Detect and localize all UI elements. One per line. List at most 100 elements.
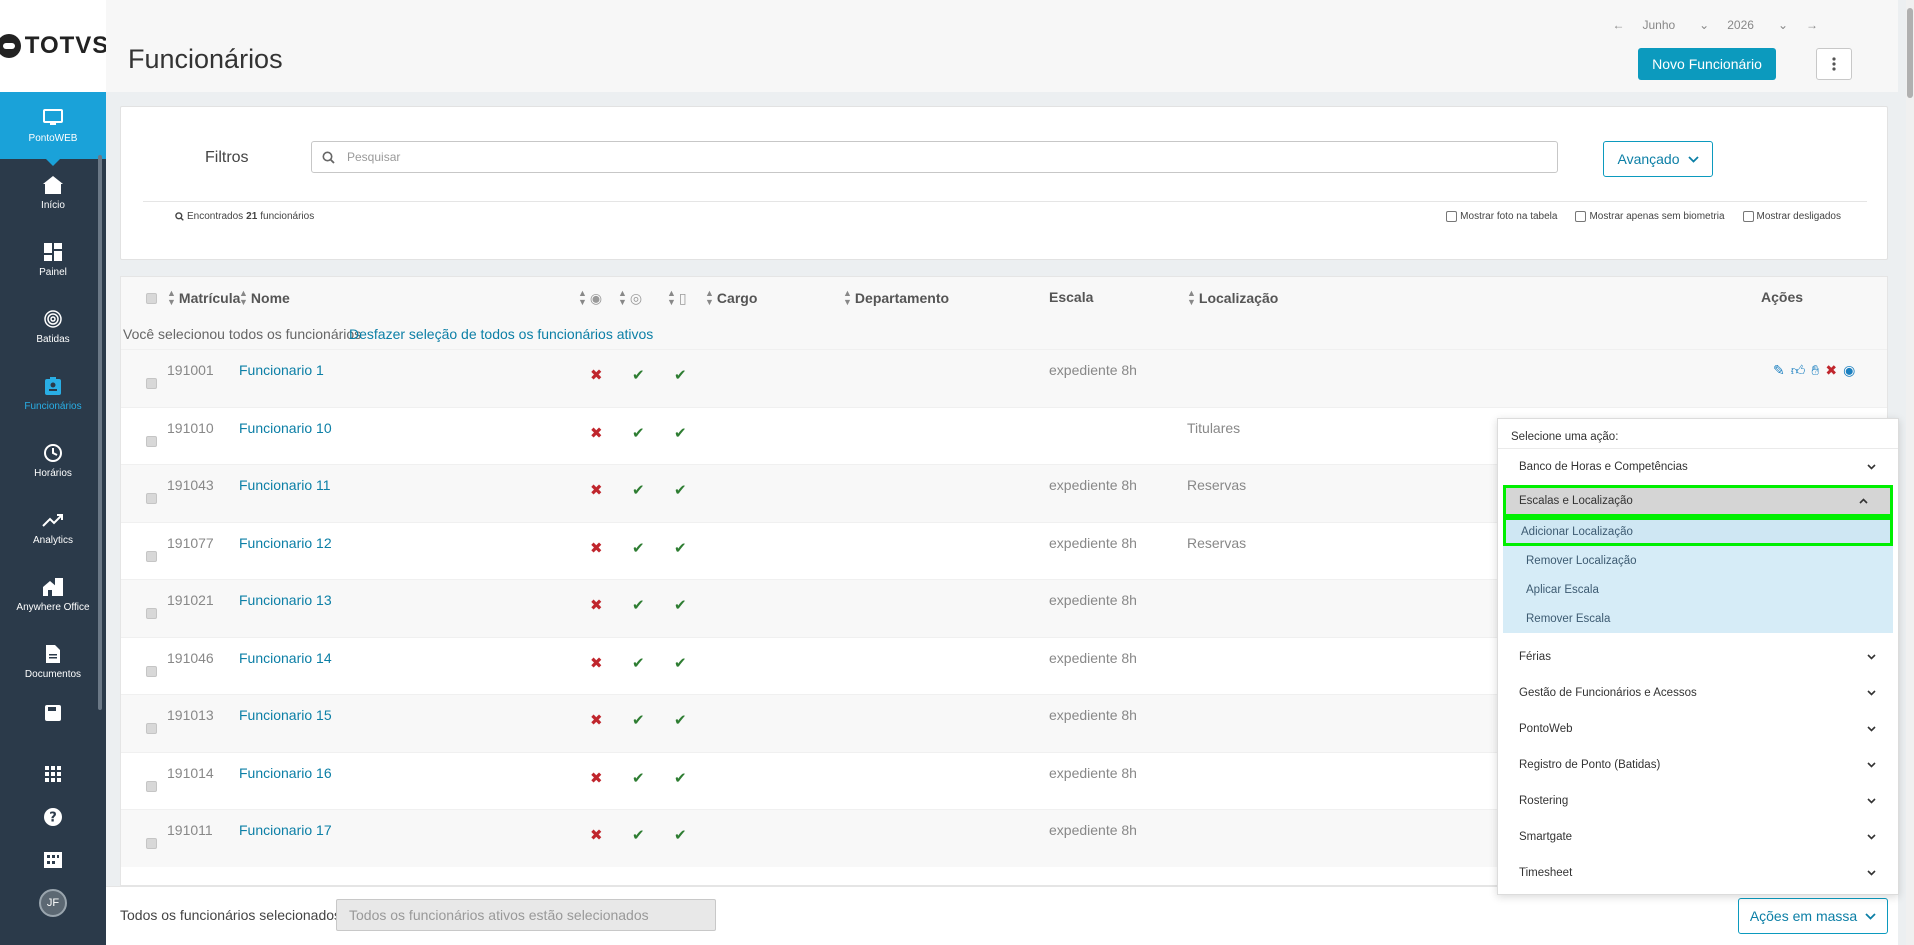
employee-name-link[interactable]: Funcionario 15 bbox=[239, 707, 332, 723]
column-biometry[interactable]: ▲ ▼ ◉ bbox=[578, 289, 602, 307]
action-group[interactable]: Rostering bbox=[1498, 783, 1898, 819]
sidebar-item-documentos[interactable]: Documentos bbox=[0, 628, 106, 695]
view-icon[interactable]: ◉ bbox=[1843, 362, 1855, 379]
action-group[interactable]: Timesheet bbox=[1498, 855, 1898, 891]
column-localizacao[interactable]: ▲ ▼ Localização bbox=[1187, 289, 1278, 307]
arrow-right-icon[interactable]: → bbox=[1806, 18, 1818, 32]
edit-icon[interactable]: ✎ bbox=[1773, 362, 1785, 379]
sidebar-item-batidas[interactable]: Batidas bbox=[0, 293, 106, 360]
action-group-label: Timesheet bbox=[1519, 867, 1573, 879]
chevron-down-icon bbox=[1867, 867, 1876, 879]
mass-actions-button[interactable]: Ações em massa bbox=[1738, 898, 1888, 934]
search-input[interactable]: Pesquisar bbox=[311, 141, 1558, 173]
new-employee-button[interactable]: Novo Funcionário bbox=[1638, 48, 1776, 80]
sort-icon: ▲ ▼ bbox=[705, 288, 714, 307]
selection-note-text: Você selecionou todos os funcionários bbox=[123, 326, 362, 342]
user-menu[interactable]: JF bbox=[0, 881, 106, 924]
column-web[interactable]: ▲ ▼ ◎ bbox=[618, 289, 642, 307]
sidebar-item-horarios[interactable]: Horários bbox=[0, 427, 106, 494]
selected-summary-field: Todos os funcionários ativos estão selec… bbox=[336, 899, 716, 931]
employee-name-link[interactable]: Funcionario 13 bbox=[239, 592, 332, 608]
action-group[interactable]: Smartgate bbox=[1498, 819, 1898, 855]
action-option[interactable]: Aplicar Escala bbox=[1503, 575, 1893, 604]
more-options-button[interactable] bbox=[1816, 48, 1852, 80]
row-checkbox[interactable] bbox=[146, 665, 157, 677]
check-icon: ✔ bbox=[674, 367, 687, 384]
action-group[interactable]: Banco de Horas e Competências bbox=[1498, 449, 1898, 485]
action-option[interactable]: Adicionar Localização bbox=[1503, 517, 1893, 546]
column-departamento[interactable]: ▲ ▼ Departamento bbox=[843, 289, 949, 307]
row-checkbox[interactable] bbox=[146, 550, 157, 562]
show-dismissed-checkbox[interactable]: Mostrar desligados bbox=[1742, 211, 1841, 222]
employee-name-link[interactable]: Funcionario 1 bbox=[239, 362, 324, 378]
check-icon: ✔ bbox=[674, 482, 687, 499]
undo-selection-link[interactable]: Desfazer seleção de todos os funcionário… bbox=[349, 326, 653, 342]
hand-icon[interactable]: ✋︎ bbox=[1811, 362, 1819, 379]
building-home-icon bbox=[42, 576, 64, 598]
sidebar-item-anywhere-office[interactable]: Anywhere Office bbox=[0, 561, 106, 628]
only-without-biometry-checkbox[interactable]: Mostrar apenas sem biometria bbox=[1575, 211, 1725, 222]
employee-name-link[interactable]: Funcionario 10 bbox=[239, 420, 332, 436]
employee-name-link[interactable]: Funcionario 17 bbox=[239, 822, 332, 838]
month-select[interactable]: Junho ⌄ bbox=[1642, 18, 1709, 32]
action-group[interactable]: Registro de Ponto (Batidas) bbox=[1498, 747, 1898, 783]
show-photo-checkbox[interactable]: Mostrar foto na tabela bbox=[1446, 211, 1557, 222]
action-group[interactable]: PontoWeb bbox=[1498, 711, 1898, 747]
sidebar-item-funcionarios[interactable]: Funcionários bbox=[0, 360, 106, 427]
sidebar-item-inicio[interactable]: Início bbox=[0, 159, 106, 226]
cell-escala: expediente 8h bbox=[1049, 362, 1137, 378]
sidebar-item-painel[interactable]: Painel bbox=[0, 226, 106, 293]
mobile-icon: ▯ bbox=[678, 289, 687, 306]
cell-matricula: 191013 bbox=[167, 707, 214, 723]
row-checkbox[interactable] bbox=[146, 608, 157, 619]
column-matricula[interactable]: ▲ ▼ Matrícula bbox=[167, 289, 240, 307]
action-option[interactable]: Remover Escala bbox=[1503, 604, 1893, 633]
totvs-logo[interactable]: TOTVS bbox=[0, 32, 109, 60]
employee-name-link[interactable]: Funcionario 11 bbox=[239, 477, 331, 493]
delete-icon[interactable]: ✖ bbox=[1825, 362, 1837, 379]
employee-name-link[interactable]: Funcionario 12 bbox=[239, 535, 332, 551]
sidebar-item-analytics[interactable]: Analytics bbox=[0, 494, 106, 561]
cell-matricula: 191001 bbox=[167, 362, 214, 378]
select-all-checkbox[interactable] bbox=[146, 293, 157, 304]
sidebar-item-label: PontoWEB bbox=[28, 133, 78, 144]
advanced-filter-button[interactable]: Avançado bbox=[1603, 141, 1713, 177]
check-icon: ✔ bbox=[632, 482, 645, 499]
thumbs-up-icon[interactable]: 👍︎ bbox=[1791, 362, 1806, 379]
action-group[interactable]: Férias bbox=[1498, 639, 1898, 675]
period-selector: ← Junho ⌄ 2026 ⌄ → bbox=[1612, 18, 1818, 32]
column-nome[interactable]: ▲ ▼ Nome bbox=[239, 289, 290, 307]
column-mobile[interactable]: ▲ ▼ ▯ bbox=[667, 289, 687, 307]
row-checkbox[interactable] bbox=[146, 378, 157, 389]
row-checkbox[interactable] bbox=[146, 780, 157, 792]
action-group-label: Férias bbox=[1519, 651, 1551, 663]
arrow-left-icon[interactable]: ← bbox=[1612, 18, 1624, 32]
action-group[interactable]: Escalas e Localização bbox=[1503, 485, 1893, 517]
action-group[interactable]: Gestão de Funcionários e Acessos bbox=[1498, 675, 1898, 711]
apps-grid-icon[interactable] bbox=[0, 752, 106, 795]
sidebar-item-more[interactable] bbox=[0, 695, 106, 731]
chevron-down-icon bbox=[1867, 723, 1876, 735]
action-group-label: Rostering bbox=[1519, 795, 1569, 807]
row-checkbox[interactable] bbox=[146, 435, 157, 447]
page-scrollbar-thumb[interactable] bbox=[1907, 8, 1913, 98]
company-icon[interactable] bbox=[0, 838, 106, 881]
sort-icon: ▲ ▼ bbox=[618, 288, 627, 307]
table-row[interactable]: 191001 Funcionario 1 ✖ ✔ ✔ expediente 8h ✎ 👍︎ ✋︎… bbox=[121, 349, 1887, 407]
action-group-label: Registro de Ponto (Batidas) bbox=[1519, 759, 1661, 771]
cell-escala: expediente 8h bbox=[1049, 592, 1137, 608]
column-cargo[interactable]: ▲ ▼ Cargo bbox=[705, 289, 757, 307]
employee-name-link[interactable]: Funcionario 16 bbox=[239, 765, 332, 781]
x-mark-icon: ✖ bbox=[590, 482, 603, 499]
row-checkbox[interactable] bbox=[146, 723, 157, 734]
year-select[interactable]: 2026 ⌄ bbox=[1727, 18, 1788, 32]
action-option[interactable]: Remover Localização bbox=[1503, 546, 1893, 575]
row-checkbox[interactable] bbox=[146, 493, 157, 504]
page-scrollbar-track[interactable] bbox=[1906, 0, 1914, 945]
sidebar-scrollbar[interactable] bbox=[98, 155, 102, 710]
help-icon[interactable]: ? bbox=[0, 795, 106, 838]
employee-name-link[interactable]: Funcionario 14 bbox=[239, 650, 332, 666]
sidebar-item-pontoweb[interactable]: PontoWEB bbox=[0, 92, 106, 166]
fingerprint-icon bbox=[42, 308, 64, 330]
row-checkbox[interactable] bbox=[146, 838, 157, 849]
